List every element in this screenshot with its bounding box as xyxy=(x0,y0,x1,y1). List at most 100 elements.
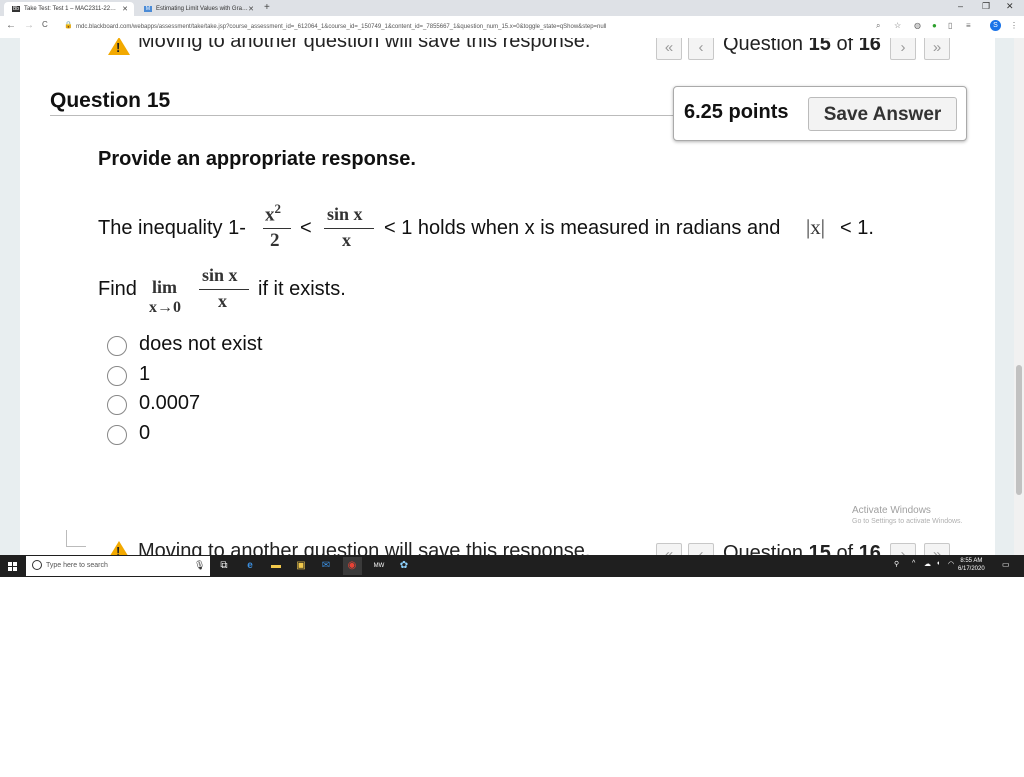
left-margin xyxy=(0,38,20,555)
inequality-intro: The inequality 1- xyxy=(98,217,246,239)
windows-start-icon[interactable] xyxy=(0,555,24,577)
activate-windows-title: Activate Windows xyxy=(852,505,931,516)
find-label: Find xyxy=(98,278,137,300)
close-window-button[interactable]: ✕ xyxy=(1006,1,1014,12)
question-divider xyxy=(50,115,675,116)
next-question-button[interactable]: › xyxy=(890,38,916,60)
question-counter-of: of xyxy=(836,38,854,55)
close-tab-icon[interactable]: ✕ xyxy=(248,5,254,13)
kebab-menu-icon[interactable]: ⋮ xyxy=(1010,21,1018,30)
activate-windows-subtitle: Go to Settings to activate Windows. xyxy=(852,518,963,525)
tab-estimating-limits[interactable]: M Estimating Limit Values with Gra… ✕ xyxy=(136,2,260,16)
last-question-button[interactable]: » xyxy=(924,38,950,60)
question-counter: Question 15 of 16 xyxy=(723,38,881,56)
taskbar-search-input[interactable]: Type here to search xyxy=(26,556,210,576)
exponent: 2 xyxy=(274,201,282,216)
question-counter-prefix: Question xyxy=(723,38,804,55)
store-icon[interactable]: ▣ xyxy=(295,560,307,572)
warning-icon: ! xyxy=(108,541,130,555)
volume-icon[interactable]: ◖ xyxy=(936,560,940,567)
chrome-icon[interactable]: ◉ xyxy=(346,560,358,572)
option-label[interactable]: 1 xyxy=(139,363,150,386)
question-counter-current: 15 xyxy=(808,542,831,555)
connector-line xyxy=(66,546,86,547)
extension-icon[interactable]: ● xyxy=(932,21,937,30)
warning-icon: ! xyxy=(108,38,130,55)
absolute-value-x: |x| xyxy=(806,215,825,239)
forward-button[interactable]: → xyxy=(24,20,34,31)
right-margin xyxy=(995,38,1014,555)
blackboard-icon: Bb xyxy=(12,6,20,12)
less-than-sign: < xyxy=(300,217,312,239)
menu-list-icon[interactable]: ≡ xyxy=(966,21,971,30)
extension-icon[interactable]: ◍ xyxy=(914,21,921,30)
mail-icon[interactable]: ✉ xyxy=(320,560,332,572)
lock-icon: 🔒 xyxy=(64,22,73,29)
variable-x: x xyxy=(265,204,275,226)
clock-date: 6/17/2020 xyxy=(958,566,985,572)
inequality-end: < 1. xyxy=(840,217,874,239)
scrollbar-thumb[interactable] xyxy=(1016,365,1022,495)
app-icon[interactable]: ✿ xyxy=(398,560,410,572)
lim-operator: lim xyxy=(152,277,177,297)
app-icon[interactable]: MW xyxy=(373,560,385,572)
wifi-icon[interactable]: ◠ xyxy=(948,560,954,568)
extension-icon[interactable]: ▯ xyxy=(948,21,952,30)
option-radio[interactable] xyxy=(107,425,127,445)
option-radio[interactable] xyxy=(107,395,127,415)
file-explorer-icon[interactable]: ▬ xyxy=(270,560,282,572)
question-counter-total: 16 xyxy=(858,38,881,55)
new-tab-button[interactable]: + xyxy=(264,2,270,13)
question-counter: Question 15 of 16 xyxy=(723,542,881,555)
fraction-numerator-x2: x2 xyxy=(265,201,281,226)
reload-button[interactable]: C xyxy=(42,20,48,29)
first-question-button[interactable]: « xyxy=(656,543,682,555)
option-radio[interactable] xyxy=(107,366,127,386)
fraction-denominator-x: x xyxy=(218,291,227,311)
tab-take-test[interactable]: Bb Take Test: Test 1 – MAC2311-22… ✕ xyxy=(4,2,134,16)
onedrive-icon[interactable]: ☁ xyxy=(924,560,931,568)
connector-line xyxy=(66,530,67,546)
address-bar[interactable]: mdc.blackboard.com/webapps/assessment/ta… xyxy=(76,20,926,34)
bookmark-star-icon[interactable]: ☆ xyxy=(894,21,901,30)
question-counter-of: of xyxy=(836,542,854,555)
edge-icon[interactable]: e xyxy=(244,560,256,572)
close-tab-icon[interactable]: ✕ xyxy=(122,5,128,13)
fraction-bar xyxy=(199,289,249,290)
zoom-icon[interactable]: ⌕ xyxy=(876,21,880,31)
profile-avatar[interactable]: S xyxy=(990,20,1001,31)
inequality-condition: < 1 holds when x is measured in radians … xyxy=(384,217,781,239)
option-radio[interactable] xyxy=(107,336,127,356)
option-label[interactable]: 0.0007 xyxy=(139,392,200,415)
lim-subscript: x→0 xyxy=(149,299,181,316)
taskbar-clock[interactable]: 8:55 AM 6/17/2020 xyxy=(958,557,985,573)
restore-button[interactable]: ❐ xyxy=(982,1,990,12)
option-label[interactable]: does not exist xyxy=(139,333,262,356)
minimize-button[interactable]: – xyxy=(958,1,963,11)
notifications-icon[interactable]: ▭ xyxy=(1002,560,1010,569)
fraction-bar xyxy=(324,228,374,229)
task-view-icon[interactable]: ⧉ xyxy=(218,560,230,572)
people-icon[interactable]: ⚲ xyxy=(894,560,899,568)
save-answer-button[interactable]: Save Answer xyxy=(808,97,957,131)
option-label[interactable]: 0 xyxy=(139,422,150,445)
fraction-numerator-sinx: sin x xyxy=(327,204,363,224)
search-icon xyxy=(32,560,42,570)
previous-question-button[interactable]: ‹ xyxy=(688,38,714,60)
question-title: Question 15 xyxy=(50,89,171,112)
previous-question-button[interactable]: ‹ xyxy=(688,543,714,555)
points-value: 6.25 points xyxy=(684,101,789,123)
last-question-button[interactable]: » xyxy=(924,543,950,555)
question-counter-total: 16 xyxy=(858,542,881,555)
microphone-icon[interactable]: 🎙 xyxy=(194,560,205,571)
clock-time: 8:55 AM xyxy=(960,558,983,564)
next-question-button[interactable]: › xyxy=(890,543,916,555)
fraction-numerator-sinx: sin x xyxy=(202,265,238,285)
fraction-bar xyxy=(263,228,291,229)
bottom-navigation-bar: ! Moving to another question will save t… xyxy=(20,530,995,555)
back-button[interactable]: ← xyxy=(6,20,16,31)
tab-label: Take Test: Test 1 – MAC2311-22… xyxy=(24,6,117,12)
first-question-button[interactable]: « xyxy=(656,38,682,60)
tray-chevron-icon[interactable]: ^ xyxy=(912,560,915,567)
top-navigation-bar: ! Moving to another question will save t… xyxy=(20,38,995,62)
